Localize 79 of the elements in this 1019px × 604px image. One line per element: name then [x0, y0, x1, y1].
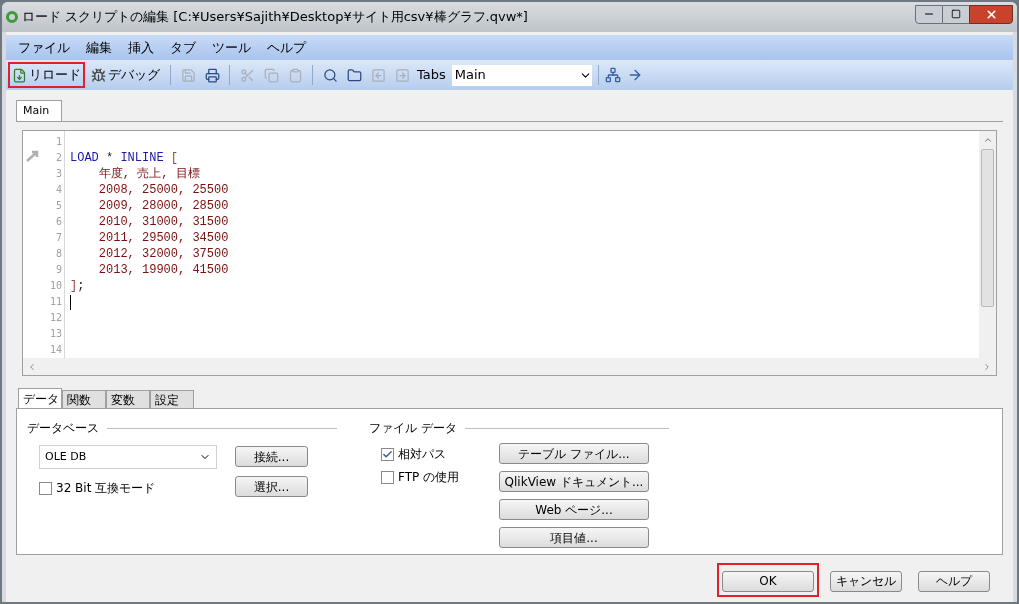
- line-number: 1: [55, 135, 62, 149]
- dialog-button[interactable]: 選択...: [235, 476, 308, 497]
- panel-tab[interactable]: 設定: [150, 390, 194, 408]
- close-button[interactable]: [969, 4, 1013, 24]
- code-text: 2012, 32000, 37500: [97, 246, 229, 262]
- maximize-button[interactable]: [943, 4, 969, 24]
- footer-button[interactable]: OK: [722, 570, 814, 592]
- folder-icon: [346, 67, 362, 83]
- window-title: ロード スクリプトの編集 [C:¥Users¥Sajith¥Desktop¥サイト用csv¥棒グラフ.qvw*]: [22, 8, 528, 27]
- menu-item[interactable]: ファイル: [18, 37, 70, 58]
- vertical-scrollbar[interactable]: [979, 131, 996, 358]
- line-number: 13: [49, 327, 62, 341]
- checkbox-label: 32 Bit 互換モード: [56, 480, 156, 497]
- reload-button[interactable]: リロード: [8, 62, 85, 88]
- copy-icon: [263, 67, 279, 83]
- line-number: 12: [49, 311, 62, 325]
- printer-icon: [204, 67, 220, 83]
- code-text: ;: [77, 278, 85, 294]
- horizontal-scrollbar[interactable]: [23, 358, 996, 375]
- checkbox-label: FTP の使用: [398, 469, 460, 486]
- line-number: 4: [55, 183, 62, 197]
- line-number: 5: [55, 199, 62, 213]
- line-number: 7: [55, 231, 62, 245]
- menu-item[interactable]: 編集: [86, 37, 112, 58]
- checkbox[interactable]: [381, 470, 394, 484]
- code-text: [: [169, 150, 179, 166]
- document-arrow-icon: [12, 67, 27, 83]
- code-text: 年度, 売上, 目標: [97, 166, 200, 182]
- menu-item[interactable]: ヘルプ: [267, 37, 306, 58]
- line-number: 3: [55, 167, 62, 181]
- close-icon: [984, 7, 998, 21]
- dialog-button[interactable]: 接続...: [235, 446, 308, 467]
- code-text: 2008, 25000, 25500: [97, 182, 229, 198]
- code-text: 2009, 28000, 28500: [97, 198, 229, 214]
- database-select[interactable]: OLE DB: [39, 445, 217, 469]
- code-text: 2010, 31000, 31500: [97, 214, 229, 230]
- menu-item[interactable]: 挿入: [128, 37, 154, 58]
- line-number: 8: [55, 247, 62, 261]
- debug-button[interactable]: デバッグ: [87, 62, 164, 88]
- dialog-button[interactable]: Web ページ...: [499, 499, 649, 520]
- paste-icon: [287, 67, 303, 83]
- app-icon: [6, 11, 18, 23]
- code-text: ]: [70, 278, 78, 294]
- group-heading: ファイル データ: [369, 420, 457, 437]
- panel-tab[interactable]: 関数: [62, 390, 106, 408]
- save-icon: [180, 67, 196, 83]
- script-tab[interactable]: Main: [16, 100, 62, 121]
- footer-button[interactable]: ヘルプ: [918, 570, 990, 592]
- code-text: 2011, 29500, 34500: [97, 230, 229, 246]
- dialog-button[interactable]: 項目値...: [499, 527, 649, 548]
- menu-item[interactable]: タブ: [170, 37, 196, 58]
- bug-icon: [91, 67, 106, 83]
- code-text: *: [105, 150, 115, 166]
- panel-tab[interactable]: データ: [18, 388, 62, 408]
- line-number: 10: [49, 279, 62, 293]
- line-number: 6: [55, 215, 62, 229]
- maximize-icon: [951, 9, 961, 19]
- code-text: LOAD: [70, 150, 99, 166]
- minimize-button[interactable]: [915, 4, 943, 24]
- line-number: 14: [49, 343, 62, 357]
- dialog-button[interactable]: QlikView ドキュメント...: [499, 471, 649, 492]
- tab-select[interactable]: Main: [451, 64, 592, 86]
- code-text: 2013, 19900, 41500: [97, 262, 229, 278]
- line-number: 9: [55, 263, 62, 277]
- line-number: 2: [55, 151, 62, 165]
- hierarchy-icon[interactable]: [604, 67, 621, 83]
- checkbox-label: 相対パス: [398, 446, 446, 463]
- cut-icon: [239, 67, 255, 83]
- tabs-label: Tabs: [417, 66, 446, 85]
- panel-tab[interactable]: 変数: [106, 390, 150, 408]
- line-number: 11: [49, 295, 62, 309]
- footer-button[interactable]: キャンセル: [830, 570, 902, 592]
- checkbox[interactable]: [39, 481, 52, 495]
- checkbox[interactable]: [381, 447, 394, 461]
- menu-item[interactable]: ツール: [212, 37, 251, 58]
- code-text: INLINE: [120, 150, 164, 166]
- dialog-button[interactable]: テーブル ファイル...: [499, 443, 649, 464]
- group-heading: データベース: [27, 420, 99, 437]
- search-icon: [322, 67, 338, 83]
